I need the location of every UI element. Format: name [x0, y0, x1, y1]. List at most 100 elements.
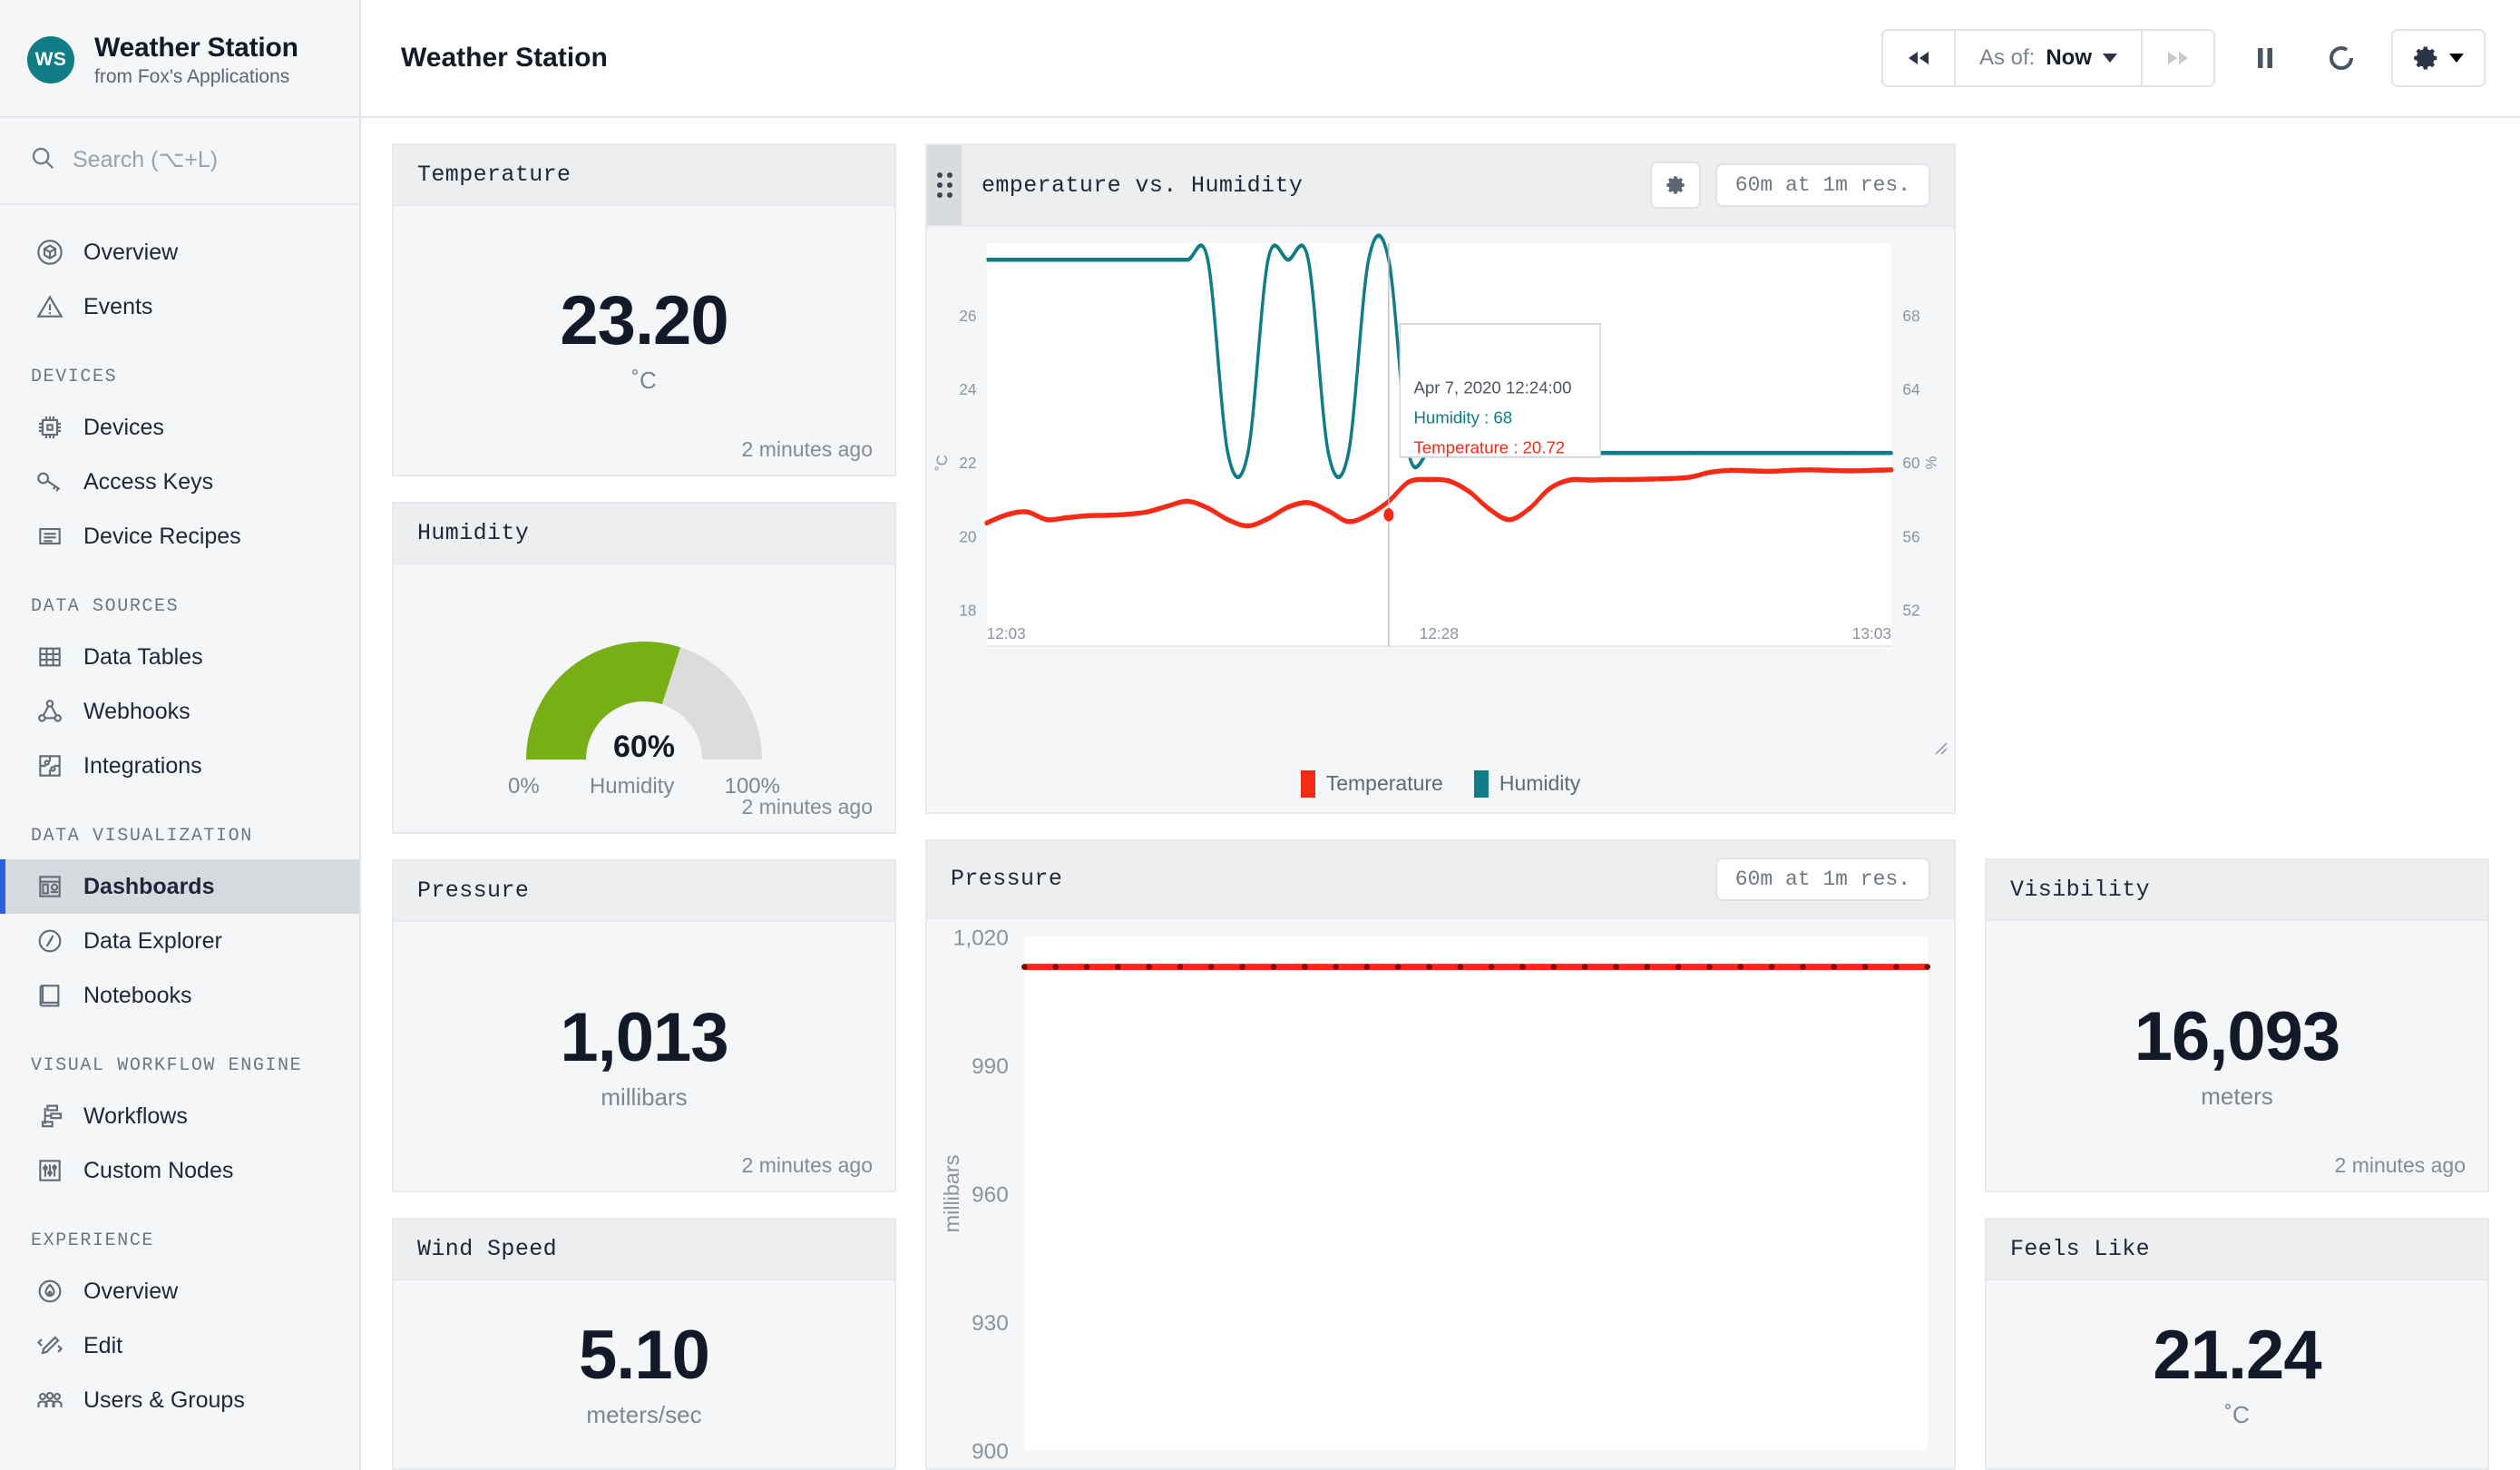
topbar: Weather Station As of: Now — [361, 0, 2520, 118]
legend-label: Temperature — [1325, 771, 1443, 796]
sidebar-item-webhooks[interactable]: Webhooks — [0, 684, 359, 739]
settings-dropdown[interactable] — [2391, 29, 2486, 87]
forward-button[interactable] — [2143, 31, 2213, 85]
sidebar-item-devices[interactable]: Devices — [0, 400, 359, 455]
sidebar-item-label: Device Recipes — [83, 523, 241, 549]
sidebar-item-label: Data Tables — [83, 643, 203, 670]
sidebar-item-notebooks[interactable]: Notebooks — [0, 968, 359, 1023]
svg-text:Humidity : 68: Humidity : 68 — [1413, 407, 1512, 426]
as-of-dropdown[interactable]: As of: Now — [1955, 31, 2143, 85]
temperature-vs-humidity-panel: emperature vs. Humidity 60m at 1m res. 1… — [925, 143, 1956, 814]
gear-icon — [2414, 46, 2437, 70]
brand-subtitle: from Fox's Applications — [94, 65, 290, 87]
puzzle-icon — [34, 750, 65, 781]
sliders-icon — [34, 1155, 65, 1186]
sidebar-group-data-visualization: DATA VISUALIZATION — [31, 826, 253, 847]
dashboard-icon — [34, 871, 65, 902]
svg-text:930: 930 — [972, 1311, 1009, 1336]
time-nav-group: As of: Now — [1880, 29, 2215, 87]
pause-button[interactable] — [2239, 32, 2291, 84]
cube-outline-icon — [34, 237, 65, 268]
card-body: 23.20 ˚C 2 minutes ago — [394, 206, 894, 475]
sidebar-item-label: Events — [83, 293, 153, 319]
sidebar-group-experience: EXPERIENCE — [31, 1230, 155, 1251]
temperature-unit: ˚C — [631, 367, 657, 395]
sidebar-item-experience-overview[interactable]: Overview — [0, 1264, 359, 1318]
pressure-value: 1,013 — [560, 998, 728, 1076]
svg-text:12:03: 12:03 — [987, 624, 1026, 642]
legend-item-temperature[interactable]: Temperature — [1300, 769, 1443, 798]
brand-header[interactable]: WS Weather Station from Fox's Applicatio… — [0, 0, 359, 118]
card-title: Wind Speed — [417, 1236, 558, 1263]
as-of-prefix: As of: — [1978, 45, 2036, 70]
svg-text:24: 24 — [959, 380, 977, 398]
card-header: Pressure — [394, 861, 894, 923]
pressure-chart[interactable]: 900 930 960 990 1,020 millibars — [927, 918, 1954, 1468]
refresh-icon[interactable] — [2315, 32, 2368, 84]
panel-drag-handle[interactable] — [927, 145, 962, 225]
sidebar-item-custom-nodes[interactable]: Custom Nodes — [0, 1143, 359, 1198]
sidebar-item-dashboards[interactable]: Dashboards — [0, 859, 359, 914]
card-title: Temperature — [417, 162, 571, 188]
feels-like-unit: ˚C — [2224, 1400, 2250, 1428]
card-body: 21.24 ˚C — [1987, 1280, 2487, 1468]
humidity-card: Humidity 60% 0% Humidity 100% 2 minutes … — [392, 501, 896, 835]
svg-text:56: 56 — [1902, 527, 1919, 545]
svg-text:900: 900 — [972, 1439, 1009, 1464]
card-body: 16,093 meters 2 minutes ago — [1987, 921, 2487, 1190]
sidebar-item-data-tables[interactable]: Data Tables — [0, 630, 359, 684]
sidebar-item-overview[interactable]: Overview — [0, 225, 359, 279]
sidebar-item-label: Edit — [83, 1332, 123, 1358]
card-header: Visibility — [1987, 860, 2487, 922]
sidebar-item-workflows[interactable]: Workflows — [0, 1089, 359, 1143]
sidebar-item-label: Overview — [83, 1278, 179, 1304]
panel-resize-grip[interactable] — [1929, 736, 1949, 756]
legend-item-humidity[interactable]: Humidity — [1473, 769, 1581, 798]
svg-text:18: 18 — [959, 601, 976, 619]
sidebar-item-access-keys[interactable]: Access Keys — [0, 455, 359, 509]
sidebar-item-label: Dashboards — [83, 873, 215, 899]
svg-text:990: 990 — [972, 1054, 1009, 1079]
sidebar-group-visual-workflow-engine: VISUAL WORKFLOW ENGINE — [31, 1055, 303, 1076]
svg-text:26: 26 — [959, 307, 976, 325]
sidebar-item-label: Devices — [83, 414, 164, 440]
brand-title: Weather Station — [94, 32, 298, 63]
middle-column: emperature vs. Humidity 60m at 1m res. 1… — [925, 143, 1956, 1470]
sidebar-item-device-recipes[interactable]: Device Recipes — [0, 509, 359, 564]
resolution-selector[interactable]: 60m at 1m res. — [1714, 163, 1930, 207]
app-root: WS Weather Station from Fox's Applicatio… — [0, 0, 2520, 1470]
sidebar-item-label: Overview — [83, 239, 179, 265]
feels-like-card: Feels Like 21.24 ˚C — [1985, 1217, 2489, 1470]
card-header: Wind Speed — [394, 1220, 894, 1281]
card-title: Visibility — [2010, 877, 2151, 904]
card-body: 5.10 meters/sec — [394, 1280, 894, 1468]
card-header: Pressure 60m at 1m res. — [927, 840, 1954, 919]
legend-swatch — [1473, 769, 1489, 798]
wind-speed-value: 5.10 — [579, 1317, 710, 1395]
card-body: 60% 0% Humidity 100% 2 minutes ago — [394, 564, 894, 833]
search-input[interactable]: Search (⌥+L) — [0, 118, 359, 205]
svg-text:60: 60 — [1902, 454, 1919, 472]
rewind-button[interactable] — [1882, 31, 1956, 85]
wind-speed-unit: meters/sec — [586, 1400, 702, 1428]
legend-label: Humidity — [1499, 771, 1581, 796]
topbar-controls: As of: Now — [1880, 29, 2486, 87]
sidebar-item-integrations[interactable]: Integrations — [0, 739, 359, 793]
sidebar-item-edit[interactable]: Edit — [0, 1318, 359, 1373]
sidebar-item-events[interactable]: Events — [0, 279, 359, 334]
flame-circle-icon — [34, 1276, 65, 1307]
svg-text:22: 22 — [959, 454, 976, 472]
temperature-value: 23.20 — [560, 282, 728, 360]
humidity-gauge-labels: 0% Humidity 100% — [508, 774, 780, 799]
pressure-timestamp: 2 minutes ago — [741, 1153, 873, 1178]
panel-settings-button[interactable] — [1649, 162, 1701, 209]
card-header: Humidity — [394, 503, 894, 564]
right-column: Visibility 16,093 meters 2 minutes ago F… — [1985, 143, 2489, 1470]
temperature-vs-humidity-chart[interactable]: 18 20 22 24 26 52 56 60 64 68 ˚C% 12:03 12:28 13:03 Ap… — [927, 227, 1954, 761]
sidebar-item-data-explorer[interactable]: Data Explorer — [0, 914, 359, 968]
pressure-panel: Pressure 60m at 1m res. 900 930 960 990 1,02… — [925, 838, 1956, 1470]
svg-text:˚C: ˚C — [933, 455, 951, 471]
sidebar-item-users-and-groups[interactable]: Users & Groups — [0, 1373, 359, 1427]
resolution-selector[interactable]: 60m at 1m res. — [1714, 857, 1930, 901]
webhook-icon — [34, 696, 65, 727]
